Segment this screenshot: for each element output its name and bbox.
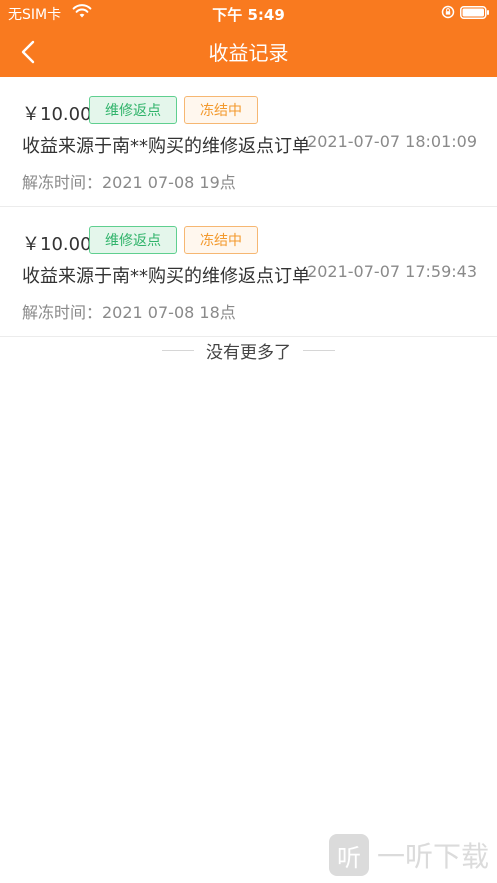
watermark-logo-char: 听 — [336, 843, 361, 872]
watermark: 听 一听下载 — [329, 831, 489, 879]
no-more-text: 没有更多了 — [206, 342, 291, 363]
back-button[interactable] — [10, 34, 46, 70]
nav-bar: 收益记录 — [0, 26, 497, 77]
page-title: 收益记录 — [208, 41, 289, 65]
chevron-left-icon — [21, 40, 35, 64]
status-badge: 冻结中 — [184, 226, 258, 254]
status-time: 下午 5:49 — [212, 6, 285, 24]
record-description: 收益来源于南**购买的维修返点订单 — [22, 136, 310, 157]
unfreeze-time: 解冻时间：2021 07-08 18点 — [22, 303, 236, 322]
divider — [303, 349, 335, 351]
watermark-text: 一听下载 — [376, 840, 489, 873]
battery-icon — [460, 6, 489, 19]
record-time: 2021-07-07 17:59:43 — [307, 262, 477, 281]
amount-label: ￥10.00 — [22, 104, 92, 125]
divider — [162, 349, 194, 351]
unfreeze-time: 解冻时间：2021 07-08 19点 — [22, 173, 236, 192]
type-tag: 维修返点 — [89, 226, 177, 254]
record-description: 收益来源于南**购买的维修返点订单 — [22, 266, 310, 287]
watermark-logo-icon: 听 — [329, 834, 369, 876]
type-tag: 维修返点 — [89, 96, 177, 124]
earnings-list: ￥10.00 维修返点 冻结中 收益来源于南**购买的维修返点订单 2021-0… — [0, 77, 497, 337]
list-item[interactable]: ￥10.00 维修返点 冻结中 收益来源于南**购买的维修返点订单 2021-0… — [0, 77, 497, 207]
list-item[interactable]: ￥10.00 维修返点 冻结中 收益来源于南**购买的维修返点订单 2021-0… — [0, 207, 497, 337]
status-badge: 冻结中 — [184, 96, 258, 124]
orientation-lock-icon — [441, 5, 455, 19]
header: 无SIM卡 下午 5:49 收益记录 — [0, 0, 497, 77]
no-more-indicator: 没有更多了 — [0, 338, 497, 363]
status-bar: 无SIM卡 下午 5:49 — [0, 0, 497, 26]
record-time: 2021-07-07 18:01:09 — [307, 132, 477, 151]
amount-label: ￥10.00 — [22, 234, 92, 255]
